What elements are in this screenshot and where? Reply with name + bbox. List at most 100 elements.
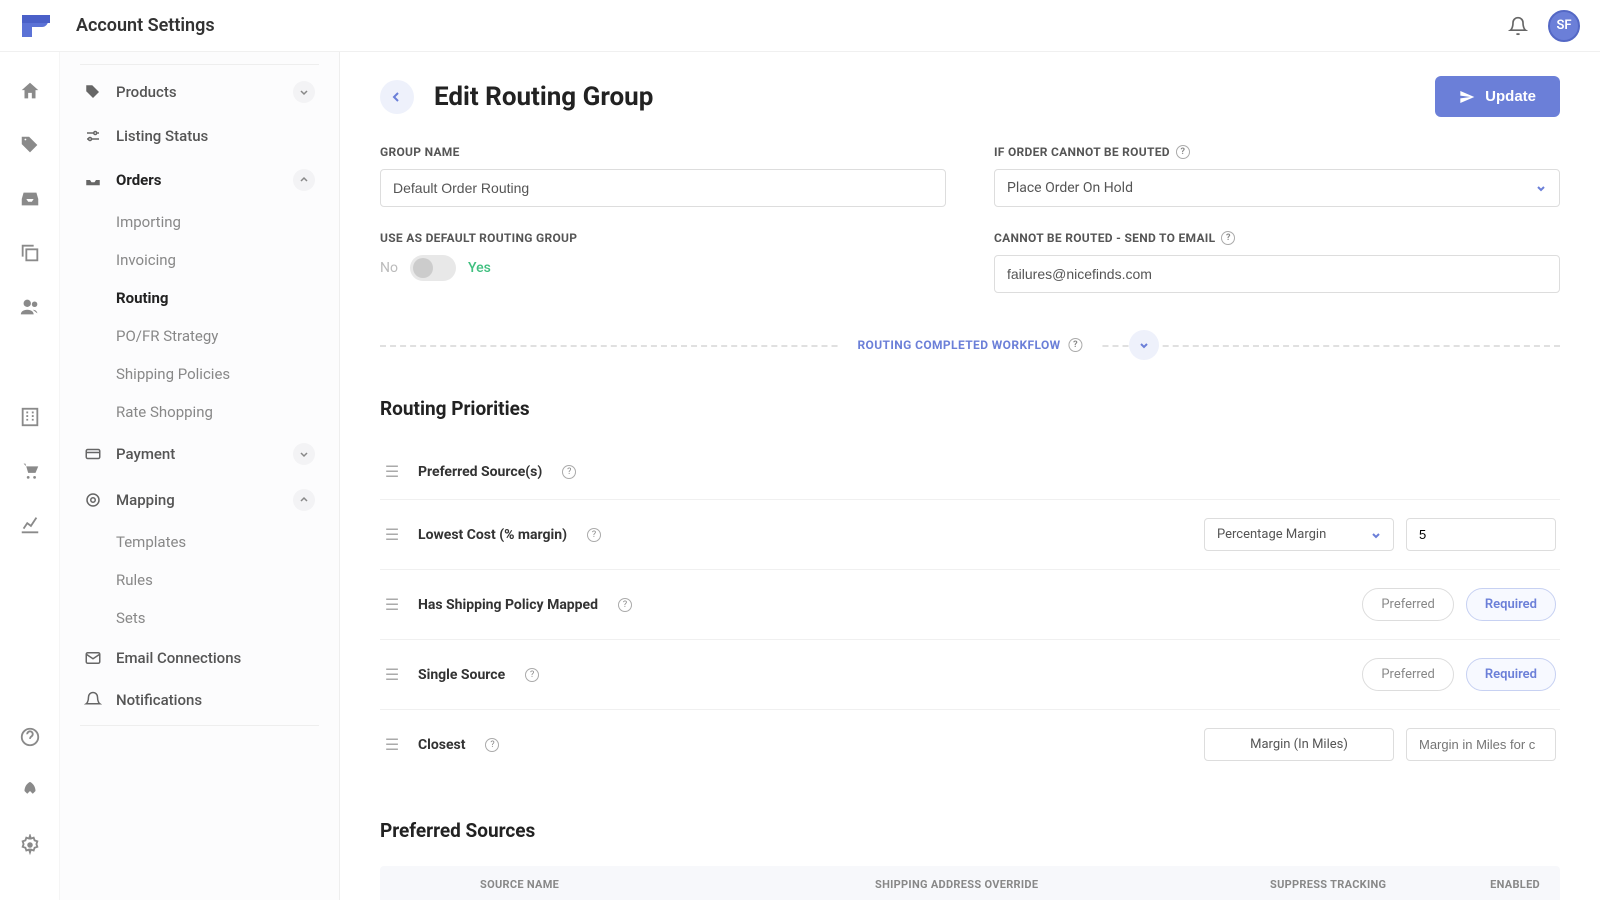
preferred-pill[interactable]: Preferred <box>1362 658 1454 691</box>
sidebar-notifications[interactable]: Notifications <box>60 679 339 721</box>
card-icon <box>84 445 102 463</box>
drag-handle-icon[interactable]: ☰ <box>384 735 400 754</box>
building-icon[interactable] <box>19 406 41 428</box>
sidebar-orders[interactable]: Orders <box>60 157 339 203</box>
col-address-override: SHIPPING ADDRESS OVERRIDE <box>875 878 1270 891</box>
sidebar-products[interactable]: Products <box>60 69 339 115</box>
workflow-expand[interactable] <box>1129 330 1159 360</box>
sidebar-label: Mapping <box>116 491 175 509</box>
sidebar-invoicing[interactable]: Invoicing <box>116 241 339 279</box>
workflow-label: ROUTING COMPLETED WORKFLOW <box>857 338 1060 352</box>
col-enabled: ENABLED <box>1450 878 1540 891</box>
workflow-divider: ROUTING COMPLETED WORKFLOW ? <box>380 329 1560 361</box>
priorities-title: Routing Priorities <box>380 397 1560 420</box>
cart-icon[interactable] <box>19 460 41 482</box>
sidebar-label: Notifications <box>116 691 202 709</box>
page-context-title: Account Settings <box>76 15 215 36</box>
chevron-up-icon <box>293 169 315 191</box>
priority-row-shipping: ☰ Has Shipping Policy Mapped ? Preferred… <box>380 570 1560 640</box>
email-label: CANNOT BE ROUTED - SEND TO EMAIL? <box>994 231 1560 245</box>
tag-icon[interactable] <box>19 134 41 156</box>
group-name-label: GROUP NAME <box>380 145 946 159</box>
cannot-route-select[interactable]: Place Order On Hold <box>994 169 1560 207</box>
home-icon[interactable] <box>19 80 41 102</box>
sidebar-mapping[interactable]: Mapping <box>60 477 339 523</box>
sidebar-label: Listing Status <box>116 127 208 145</box>
priority-label: Single Source <box>418 667 505 683</box>
help-icon[interactable] <box>19 726 41 748</box>
toggle-no: No <box>380 260 398 276</box>
default-label: USE AS DEFAULT ROUTING GROUP <box>380 231 946 245</box>
button-label: Update <box>1485 88 1536 105</box>
help-icon[interactable]: ? <box>1221 231 1235 245</box>
sources-table-header: SOURCE NAME SHIPPING ADDRESS OVERRIDE SU… <box>380 866 1560 900</box>
sidebar-shipping-policies[interactable]: Shipping Policies <box>116 355 339 393</box>
cannot-route-label: IF ORDER CANNOT BE ROUTED? <box>994 145 1560 159</box>
chevron-down-icon <box>293 443 315 465</box>
priority-row-single: ☰ Single Source ? Preferred Required <box>380 640 1560 710</box>
help-icon[interactable]: ? <box>618 598 632 612</box>
sidebar-listing-status[interactable]: Listing Status <box>60 115 339 157</box>
lowest-margin-value[interactable] <box>1406 518 1556 551</box>
user-avatar[interactable]: SF <box>1548 10 1580 42</box>
sliders-icon <box>84 127 102 145</box>
select-value: Place Order On Hold <box>1007 180 1133 196</box>
toggle-yes: Yes <box>468 260 491 276</box>
help-icon[interactable]: ? <box>587 528 601 542</box>
copy-icon[interactable] <box>19 242 41 264</box>
sidebar-rules[interactable]: Rules <box>116 561 339 599</box>
sidebar-label: Email Connections <box>116 649 241 667</box>
bell-icon <box>84 691 102 709</box>
inbox-icon[interactable] <box>19 188 41 210</box>
drag-handle-icon[interactable]: ☰ <box>384 525 400 544</box>
chart-icon[interactable] <box>19 514 41 536</box>
preferred-pill[interactable]: Preferred <box>1362 588 1454 621</box>
priority-row-preferred: ☰ Preferred Source(s) ? <box>380 444 1560 500</box>
chevron-down-icon <box>1371 530 1381 540</box>
help-icon[interactable]: ? <box>525 668 539 682</box>
help-icon[interactable]: ? <box>1176 145 1190 159</box>
group-name-input[interactable] <box>380 169 946 207</box>
help-icon[interactable]: ? <box>1069 338 1083 352</box>
required-pill[interactable]: Required <box>1466 588 1556 621</box>
col-source-name: SOURCE NAME <box>480 878 875 891</box>
priority-row-lowest: ☰ Lowest Cost (% margin) ? Percentage Ma… <box>380 500 1560 570</box>
sidebar-templates[interactable]: Templates <box>116 523 339 561</box>
sidebar-rate-shopping[interactable]: Rate Shopping <box>116 393 339 431</box>
help-icon[interactable]: ? <box>485 738 499 752</box>
sidebar-sets[interactable]: Sets <box>116 599 339 637</box>
drag-handle-icon[interactable]: ☰ <box>384 595 400 614</box>
priority-label: Has Shipping Policy Mapped <box>418 597 598 613</box>
drag-handle-icon[interactable]: ☰ <box>384 462 400 481</box>
required-pill[interactable]: Required <box>1466 658 1556 691</box>
send-icon <box>1459 89 1475 105</box>
rocket-icon[interactable] <box>19 780 41 802</box>
sidebar-routing[interactable]: Routing <box>116 279 339 317</box>
closest-margin-input[interactable] <box>1406 728 1556 761</box>
sources-title: Preferred Sources <box>380 819 1560 842</box>
lowest-margin-select[interactable]: Percentage Margin <box>1204 518 1394 551</box>
sidebar-label: Products <box>116 83 177 101</box>
chevron-down-icon <box>293 81 315 103</box>
sidebar-email[interactable]: Email Connections <box>60 637 339 679</box>
sidebar-pofr[interactable]: PO/FR Strategy <box>116 317 339 355</box>
settings-icon[interactable] <box>19 834 41 856</box>
notifications-icon[interactable] <box>1508 16 1528 36</box>
target-icon <box>84 491 102 509</box>
users-icon[interactable] <box>19 296 41 318</box>
sidebar-payment[interactable]: Payment <box>60 431 339 477</box>
sidebar-importing[interactable]: Importing <box>116 203 339 241</box>
drag-handle-icon[interactable]: ☰ <box>384 665 400 684</box>
select-value: Percentage Margin <box>1217 527 1326 542</box>
back-button[interactable] <box>380 80 414 114</box>
sidebar-label: Payment <box>116 445 175 463</box>
topbar: Account Settings SF <box>0 0 1600 52</box>
email-input[interactable] <box>994 255 1560 293</box>
col-suppress: SUPPRESS TRACKING <box>1270 878 1450 891</box>
help-icon[interactable]: ? <box>562 465 576 479</box>
update-button[interactable]: Update <box>1435 76 1560 117</box>
default-toggle[interactable] <box>410 255 456 281</box>
closest-margin-label: Margin (In Miles) <box>1204 728 1394 761</box>
mail-icon <box>84 649 102 667</box>
main-content: Edit Routing Group Update GROUP NAME IF … <box>340 52 1600 900</box>
